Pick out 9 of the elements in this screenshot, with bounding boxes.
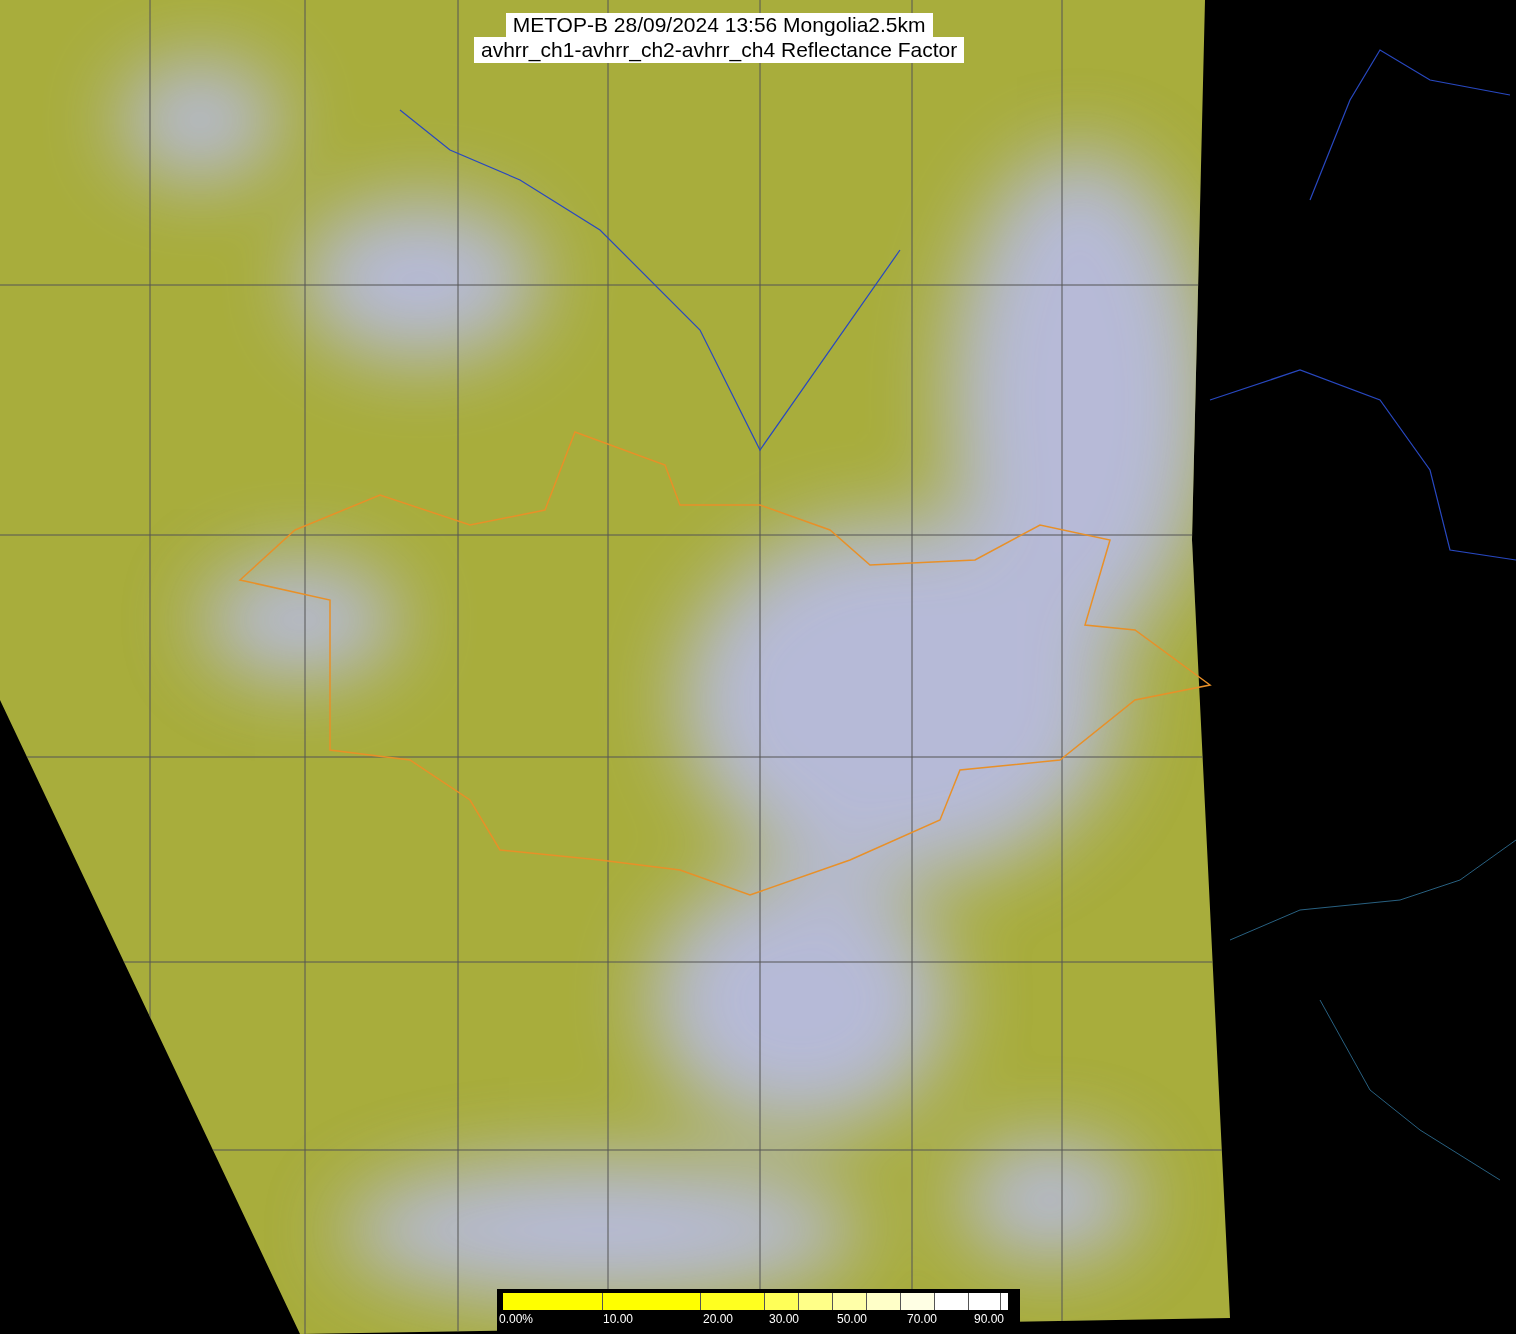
colorbar-label: 0.00% [499, 1311, 534, 1327]
colorbar-label: 10.00 [603, 1311, 634, 1327]
colorbar-label: 50.00 [837, 1311, 868, 1327]
colorbar-label: 90.00 [974, 1311, 1005, 1327]
colorbar-label: 20.00 [703, 1311, 734, 1327]
map-subtitle: avhrr_ch1-avhrr_ch2-avhrr_ch4 Reflectance Factor [474, 37, 965, 63]
colorbar-label: 30.00 [769, 1311, 800, 1327]
map-title: METOP-B 28/09/2024 13:56 Mongolia2.5km [505, 13, 933, 37]
colorbar-label: 70.00 [907, 1311, 938, 1327]
